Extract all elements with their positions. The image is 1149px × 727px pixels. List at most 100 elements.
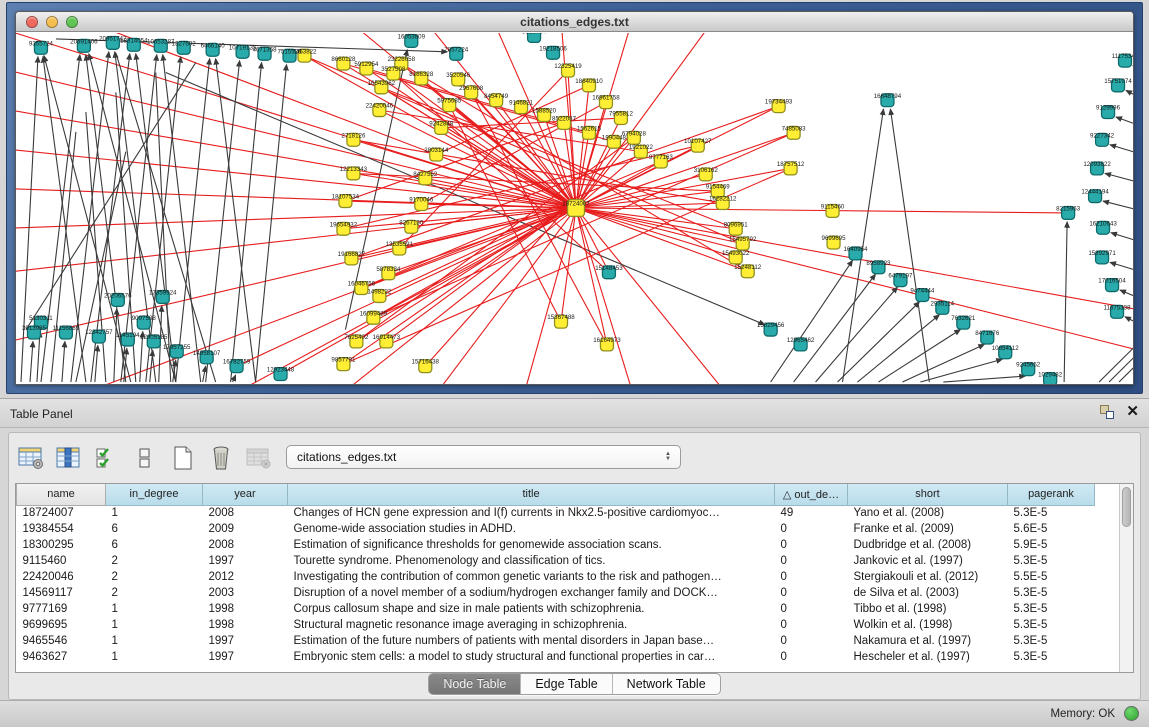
float-panel-icon[interactable] xyxy=(1100,405,1114,419)
cell-title[interactable]: Tourette syndrome. Phenomenology and cla… xyxy=(288,553,775,569)
cell-in_degree[interactable]: 6 xyxy=(106,521,203,537)
cell-name[interactable]: 18724007 xyxy=(17,505,106,521)
table-settings-icon[interactable] xyxy=(17,444,45,472)
row-height-icon[interactable] xyxy=(131,444,159,472)
cell-pagerank[interactable]: 5.3E-5 xyxy=(1008,553,1095,569)
cell-name[interactable]: 19384554 xyxy=(17,521,106,537)
select-rows-icon[interactable] xyxy=(93,444,121,472)
table-row[interactable]: 1456911722003Disruption of a novel membe… xyxy=(17,585,1095,601)
cell-name[interactable]: 9465546 xyxy=(17,633,106,649)
cell-in_degree[interactable]: 1 xyxy=(106,617,203,633)
cell-pagerank[interactable]: 5.3E-5 xyxy=(1008,601,1095,617)
cell-in_degree[interactable]: 1 xyxy=(106,505,203,521)
cell-title[interactable]: Embryonic stem cells: a model to study s… xyxy=(288,649,775,665)
table-row[interactable]: 946362711997Embryonic stem cells: a mode… xyxy=(17,649,1095,665)
network-canvas[interactable]: 1872400793557242069140620951742183140541… xyxy=(16,33,1133,384)
cell-short[interactable]: Nakamura et al. (1997) xyxy=(848,633,1008,649)
cell-pagerank[interactable]: 5.3E-5 xyxy=(1008,505,1095,521)
cell-short[interactable]: Jankovic et al. (1997) xyxy=(848,553,1008,569)
cell-in_degree[interactable]: 1 xyxy=(106,649,203,665)
cell-name[interactable]: 18300295 xyxy=(17,537,106,553)
cell-year[interactable]: 2008 xyxy=(203,537,288,553)
cell-title[interactable]: Disruption of a novel member of a sodium… xyxy=(288,585,775,601)
cell-out_degree[interactable]: 0 xyxy=(775,633,848,649)
cell-year[interactable]: 2008 xyxy=(203,505,288,521)
zoom-button[interactable] xyxy=(66,16,78,28)
cell-year[interactable]: 2012 xyxy=(203,569,288,585)
table-grid[interactable]: namein_degreeyeartitle△ out_de…shortpage… xyxy=(16,484,1119,672)
cell-name[interactable]: 22420046 xyxy=(17,569,106,585)
cell-in_degree[interactable]: 2 xyxy=(106,569,203,585)
cell-out_degree[interactable]: 0 xyxy=(775,585,848,601)
cell-out_degree[interactable]: 0 xyxy=(775,649,848,665)
cell-pagerank[interactable]: 5.5E-5 xyxy=(1008,569,1095,585)
new-table-icon[interactable] xyxy=(169,444,197,472)
cell-year[interactable]: 1997 xyxy=(203,553,288,569)
cell-pagerank[interactable]: 5.3E-5 xyxy=(1008,617,1095,633)
table-selector-dropdown[interactable]: citations_edges.txt ▲▼ xyxy=(286,445,681,469)
cell-in_degree[interactable]: 1 xyxy=(106,633,203,649)
table-row[interactable]: 977716911998Corpus callosum shape and si… xyxy=(17,601,1095,617)
memory-status-indicator[interactable] xyxy=(1124,706,1139,721)
cell-title[interactable]: Estimation of significance thresholds fo… xyxy=(288,537,775,553)
cell-out_degree[interactable]: 0 xyxy=(775,521,848,537)
table-row[interactable]: 911546021997Tourette syndrome. Phenomeno… xyxy=(17,553,1095,569)
column-header-out_de[interactable]: △ out_de… xyxy=(775,484,848,505)
cell-in_degree[interactable]: 1 xyxy=(106,601,203,617)
cell-pagerank[interactable]: 5.3E-5 xyxy=(1008,633,1095,649)
column-header-title[interactable]: title xyxy=(288,484,775,505)
cell-pagerank[interactable]: 5.6E-5 xyxy=(1008,521,1095,537)
cell-short[interactable]: Yano et al. (2008) xyxy=(848,505,1008,521)
cell-short[interactable]: Hescheler et al. (1997) xyxy=(848,649,1008,665)
scrollbar-thumb[interactable] xyxy=(1122,487,1131,527)
cell-title[interactable]: Genome-wide association studies in ADHD. xyxy=(288,521,775,537)
cell-out_degree[interactable]: 0 xyxy=(775,601,848,617)
table-row[interactable]: 946554611997Estimation of the future num… xyxy=(17,633,1095,649)
cell-out_degree[interactable]: 0 xyxy=(775,553,848,569)
cell-title[interactable]: Investigating the contribution of common… xyxy=(288,569,775,585)
column-header-in_degree[interactable]: in_degree xyxy=(106,484,203,505)
cell-title[interactable]: Changes of HCN gene expression and I(f) … xyxy=(288,505,775,521)
cell-out_degree[interactable]: 49 xyxy=(775,505,848,521)
cell-name[interactable]: 9699695 xyxy=(17,617,106,633)
cell-out_degree[interactable]: 0 xyxy=(775,569,848,585)
table-vertical-scrollbar[interactable] xyxy=(1119,484,1133,672)
cell-out_degree[interactable]: 0 xyxy=(775,617,848,633)
cell-name[interactable]: 9115460 xyxy=(17,553,106,569)
cell-in_degree[interactable]: 6 xyxy=(106,537,203,553)
cell-short[interactable]: Franke et al. (2009) xyxy=(848,521,1008,537)
cell-in_degree[interactable]: 2 xyxy=(106,553,203,569)
cell-short[interactable]: de Silva et al. (2003) xyxy=(848,585,1008,601)
cell-name[interactable]: 9777169 xyxy=(17,601,106,617)
delete-column-icon[interactable] xyxy=(207,444,235,472)
table-row[interactable]: 1830029562008Estimation of significance … xyxy=(17,537,1095,553)
cell-in_degree[interactable]: 2 xyxy=(106,585,203,601)
cell-year[interactable]: 2003 xyxy=(203,585,288,601)
cell-title[interactable]: Corpus callosum shape and size in male p… xyxy=(288,601,775,617)
table-row[interactable]: 969969511998Structural magnetic resonanc… xyxy=(17,617,1095,633)
table-row[interactable]: 1872400712008Changes of HCN gene express… xyxy=(17,505,1095,521)
cell-short[interactable]: Tibbo et al. (1998) xyxy=(848,601,1008,617)
cell-year[interactable]: 1998 xyxy=(203,617,288,633)
cell-out_degree[interactable]: 0 xyxy=(775,537,848,553)
close-button[interactable] xyxy=(26,16,38,28)
cell-pagerank[interactable]: 5.3E-5 xyxy=(1008,585,1095,601)
cell-year[interactable]: 1998 xyxy=(203,601,288,617)
cell-title[interactable]: Estimation of the future numbers of pati… xyxy=(288,633,775,649)
cell-name[interactable]: 9463627 xyxy=(17,649,106,665)
column-header-pagerank[interactable]: pagerank xyxy=(1008,484,1095,505)
cell-short[interactable]: Dudbridge et al. (2008) xyxy=(848,537,1008,553)
cell-year[interactable]: 2009 xyxy=(203,521,288,537)
cell-pagerank[interactable]: 5.3E-5 xyxy=(1008,649,1095,665)
cell-title[interactable]: Structural magnetic resonance image aver… xyxy=(288,617,775,633)
cell-short[interactable]: Wolkin et al. (1998) xyxy=(848,617,1008,633)
cell-year[interactable]: 1997 xyxy=(203,649,288,665)
tab-node-table[interactable]: Node Table xyxy=(429,674,521,694)
column-header-name[interactable]: name xyxy=(17,484,106,505)
cell-pagerank[interactable]: 5.9E-5 xyxy=(1008,537,1095,553)
column-header-year[interactable]: year xyxy=(203,484,288,505)
close-panel-icon[interactable]: ✕ xyxy=(1126,405,1139,419)
tab-network-table[interactable]: Network Table xyxy=(613,674,720,694)
minimize-button[interactable] xyxy=(46,16,58,28)
cell-short[interactable]: Stergiakouli et al. (2012) xyxy=(848,569,1008,585)
